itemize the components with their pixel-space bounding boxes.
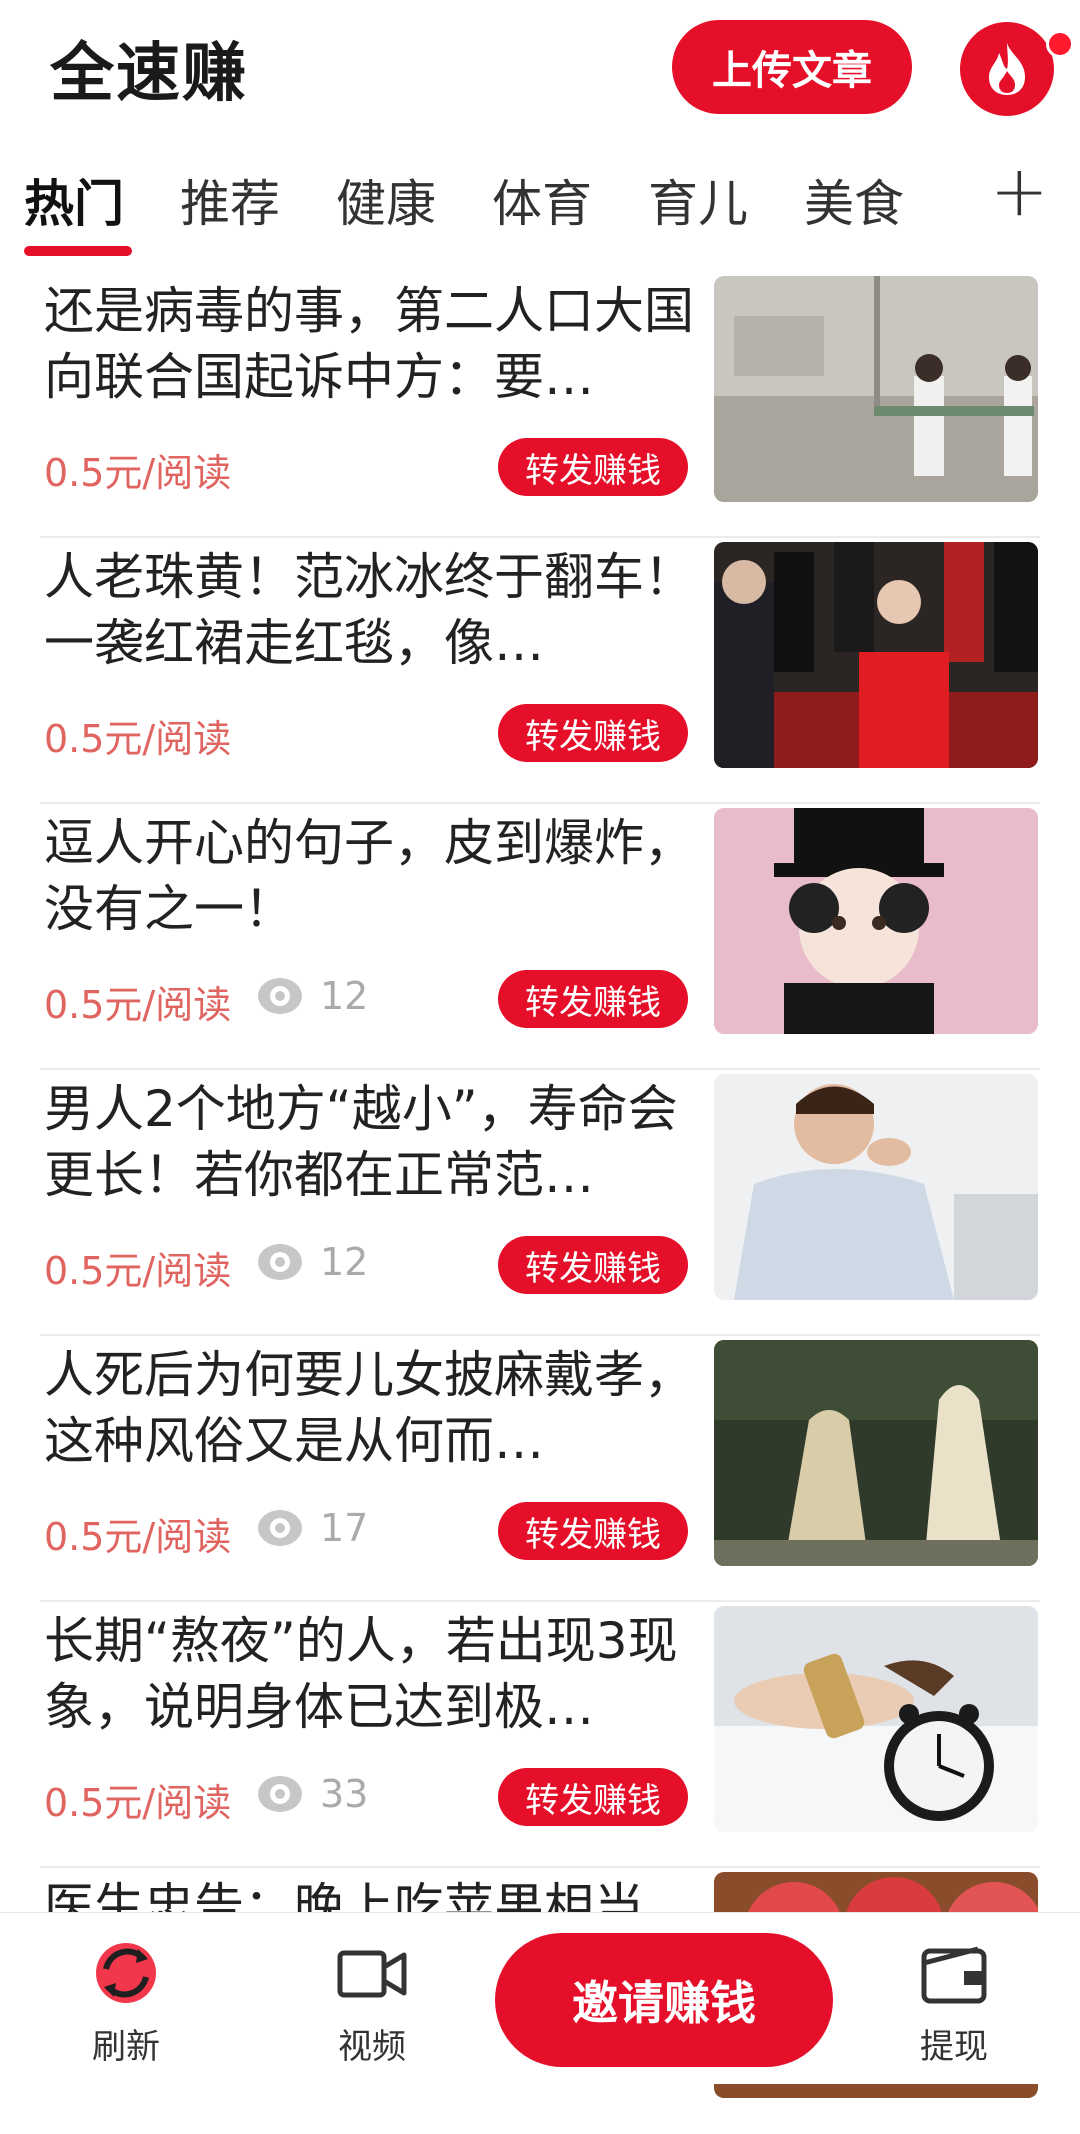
article-title[interactable]: 长期“熬夜”的人，若出现3现象，说明身体已达到极… [44,1608,694,1740]
price-per-read: 0.5元/阅读 [44,983,232,1027]
article-thumbnail[interactable] [714,276,1038,502]
tab-sports[interactable]: 体育 [492,164,592,236]
article-thumbnail[interactable] [714,1340,1038,1566]
eye-icon [258,978,302,1014]
tab-food[interactable]: 美食 [804,164,904,236]
tab-health[interactable]: 健康 [336,164,436,236]
view-count-value: 33 [320,1772,369,1816]
nav-refresh[interactable]: 刷新 [56,1935,196,2068]
app-header: 全速赚 上传文章 [0,0,1080,140]
article-title[interactable]: 人老珠黄！范冰冰终于翻车！一袭红裙走红毯，像… [44,544,694,676]
wallet-icon [921,1946,987,2004]
nav-refresh-label: 刷新 [92,2027,160,2067]
price-per-read: 0.5元/阅读 [44,451,232,495]
flame-icon [989,43,1025,95]
add-tab-button[interactable]: + [990,150,1049,232]
article-card[interactable]: 男人2个地方“越小”，寿命会更长！若你都在正常范… 0.5元/阅读 12 转发赚… [40,1070,1040,1336]
tab-hot[interactable]: 热门 [24,164,124,236]
price-per-read: 0.5元/阅读 [44,717,232,761]
active-tab-indicator [24,246,132,256]
view-count-value: 12 [320,974,369,1018]
article-thumbnail[interactable] [714,1074,1038,1300]
view-count-value: 17 [320,1506,369,1550]
article-title[interactable]: 还是病毒的事，第二人口大国向联合国起诉中方：要… [44,278,694,410]
eye-icon [258,1244,302,1280]
nav-withdraw[interactable]: 提现 [884,1935,1024,2068]
view-count: 12 [256,974,368,1018]
share-earn-button[interactable]: 转发赚钱 [498,438,688,496]
nav-withdraw-label: 提现 [920,2027,988,2067]
article-title[interactable]: 人死后为何要儿女披麻戴孝，这种风俗又是从何而… [44,1342,694,1474]
notification-dot [1046,30,1074,58]
article-title[interactable]: 男人2个地方“越小”，寿命会更长！若你都在正常范… [44,1076,694,1208]
view-count: 17 [256,1506,368,1550]
share-earn-button[interactable]: 转发赚钱 [498,1502,688,1560]
app-title: 全速赚 [50,37,248,111]
bottom-nav: 刷新 视频 邀请赚钱 提现 [0,1912,1080,2084]
tab-parenting[interactable]: 育儿 [648,164,748,236]
tab-recommend[interactable]: 推荐 [180,164,280,236]
article-thumbnail[interactable] [714,1606,1038,1832]
article-thumbnail[interactable] [714,808,1038,1034]
invite-earn-button[interactable]: 邀请赚钱 [495,1933,833,2067]
article-thumbnail[interactable] [714,542,1038,768]
article-card[interactable]: 人死后为何要儿女披麻戴孝，这种风俗又是从何而… 0.5元/阅读 17 转发赚钱 [40,1336,1040,1602]
eye-icon [258,1510,302,1546]
article-title[interactable]: 逗人开心的句子，皮到爆炸，没有之一！ [44,810,694,942]
article-card[interactable]: 还是病毒的事，第二人口大国向联合国起诉中方：要… 0.5元/阅读 转发赚钱 [40,272,1040,538]
price-per-read: 0.5元/阅读 [44,1781,232,1825]
view-count-value: 12 [320,1240,369,1284]
view-count: 33 [256,1772,368,1816]
eye-icon [258,1776,302,1812]
share-earn-button[interactable]: 转发赚钱 [498,1768,688,1826]
price-per-read: 0.5元/阅读 [44,1515,232,1559]
video-camera-icon [337,1950,407,1998]
nav-video[interactable]: 视频 [302,1935,442,2068]
article-card[interactable]: 逗人开心的句子，皮到爆炸，没有之一！ 0.5元/阅读 12 转发赚钱 [40,804,1040,1070]
category-tabs: 热门 推荐 健康 体育 育儿 美食 + [0,150,1080,265]
article-card[interactable]: 长期“熬夜”的人，若出现3现象，说明身体已达到极… 0.5元/阅读 33 转发赚… [40,1602,1040,1868]
share-earn-button[interactable]: 转发赚钱 [498,1236,688,1294]
view-count: 12 [256,1240,368,1284]
nav-video-label: 视频 [338,2027,406,2067]
fire-button[interactable] [960,22,1054,116]
refresh-icon [96,1943,156,2003]
share-earn-button[interactable]: 转发赚钱 [498,704,688,762]
price-per-read: 0.5元/阅读 [44,1249,232,1293]
article-card[interactable]: 人老珠黄！范冰冰终于翻车！一袭红裙走红毯，像… 0.5元/阅读 转发赚钱 [40,538,1040,804]
upload-article-button[interactable]: 上传文章 [672,20,912,114]
share-earn-button[interactable]: 转发赚钱 [498,970,688,1028]
